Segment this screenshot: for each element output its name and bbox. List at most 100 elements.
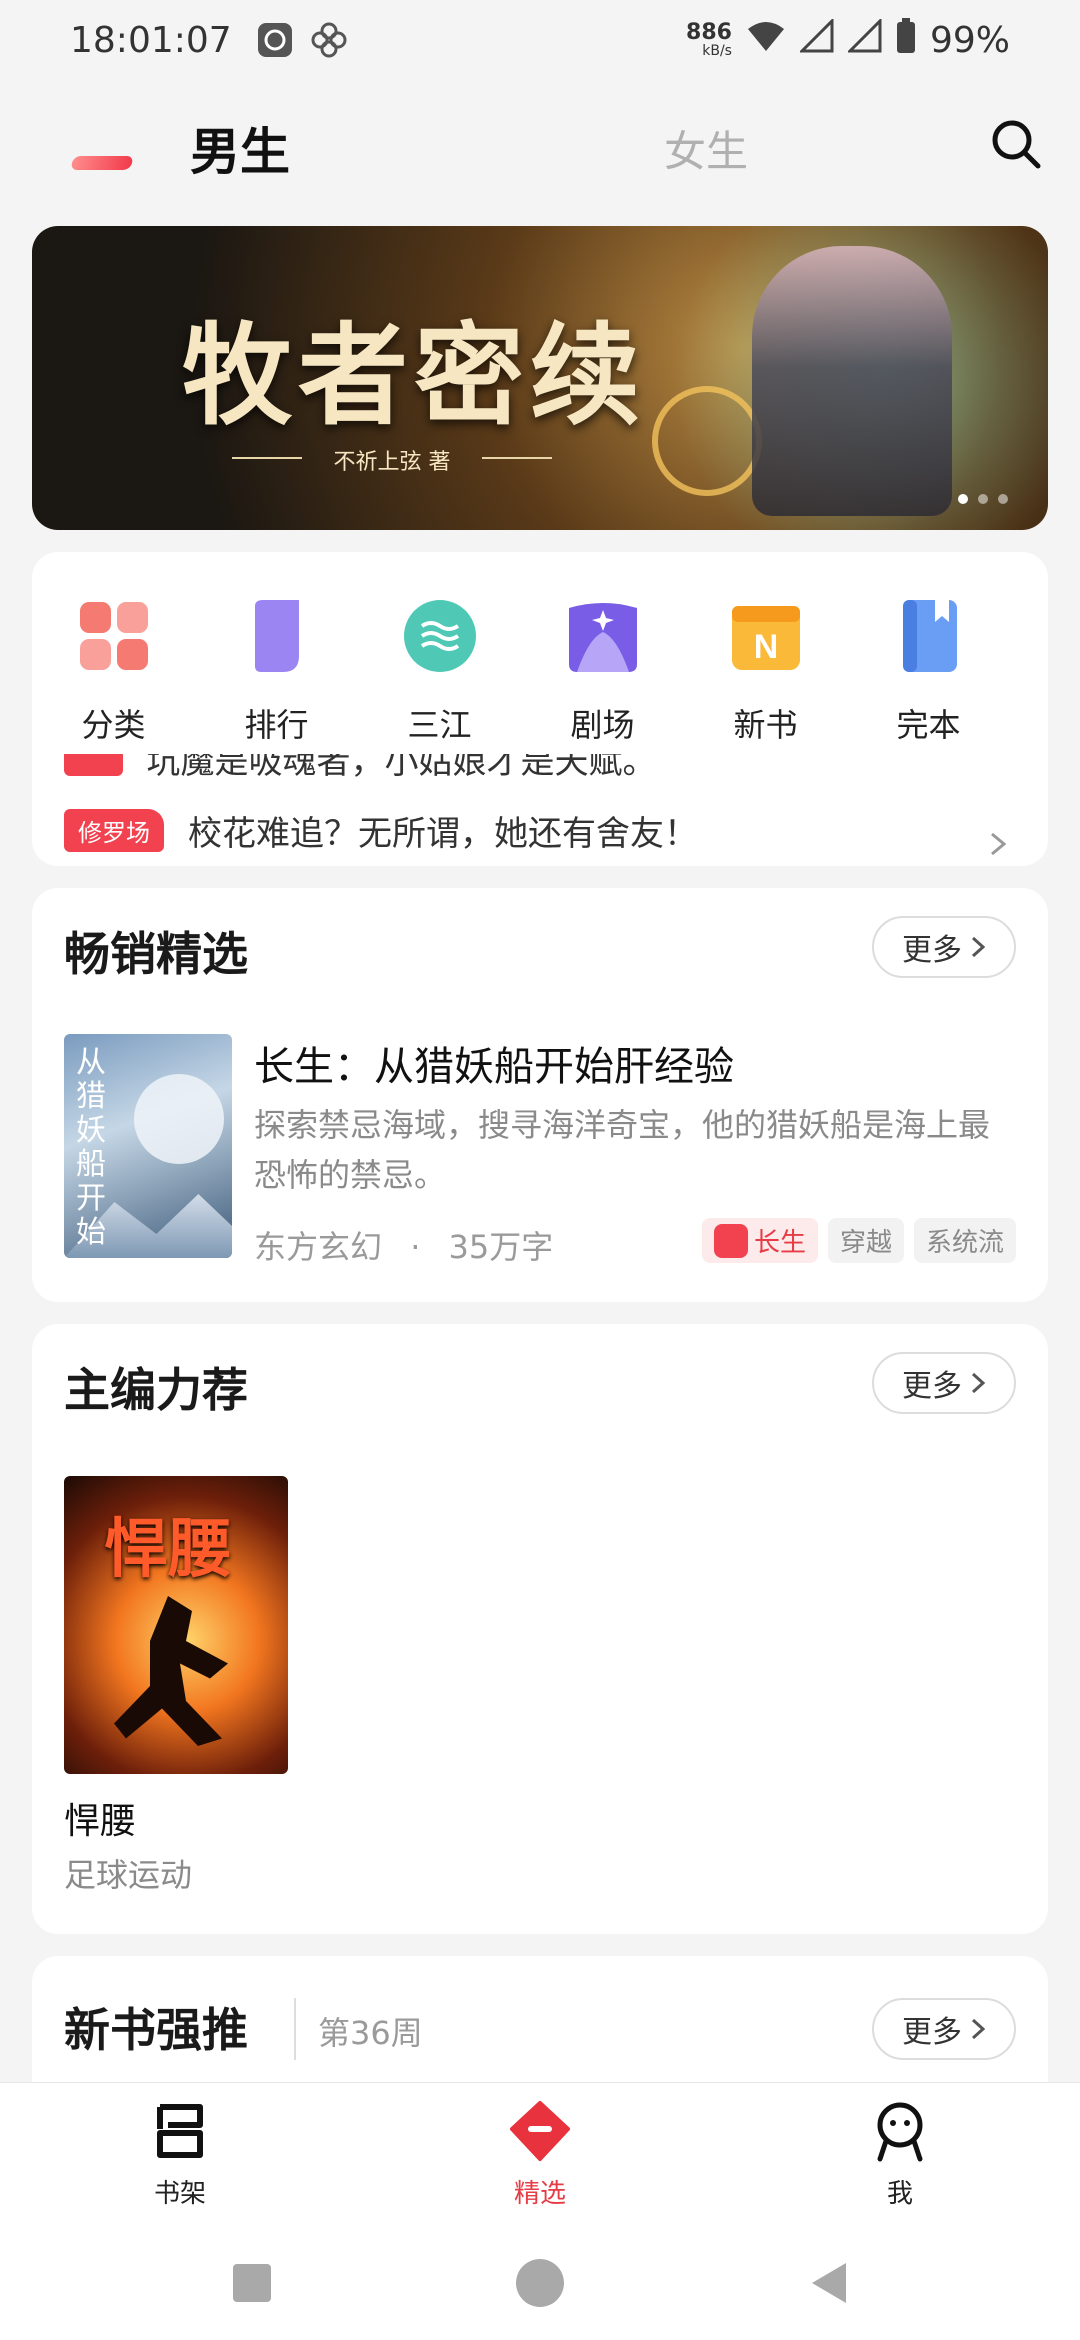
search-button[interactable] [988,116,1044,172]
nav-featured[interactable]: 精选 [360,2099,720,2210]
ticker-item-current[interactable]: 修罗场 校花难追？无所谓，她还有舍友！ [64,800,698,860]
news-ticker[interactable]: 坑魔是吸魂者，小姑娘才是天赋。 修罗场 校花难追？无所谓，她还有舍友！ [32,754,1048,866]
category-label: 剧场 [570,706,635,744]
ticker-tag [64,754,123,776]
book-genre: 东方玄幻 [254,1228,383,1266]
more-label: 更多 [902,1369,962,1404]
category-label: 分类 [81,706,146,744]
category-item-completed[interactable]: 完本 [847,598,1010,746]
ticker-tag: 修罗场 [64,808,164,852]
category-item-sanjiang[interactable]: 三江 [358,598,521,746]
svg-text:N: N [753,628,778,666]
banner-title: 牧者密续 [182,311,646,440]
app-notification-icon [256,21,294,59]
nav-label: 书架 [153,2179,206,2209]
book-word-count: 35万字 [448,1228,554,1266]
section-title: 新书强推 [64,2003,248,2057]
battery-icon [896,17,916,63]
status-bar: 18:01:07 886 kB/s 99% [0,0,1080,80]
cover-title: 从猎妖船开始 [76,1045,106,1250]
category-card: 分类 排行 三江 剧场 N 新书 完本 坑魔是吸魂者，小姑娘才是天赋。 修罗场 … [32,552,1048,866]
chevron-right-icon [971,2018,986,2040]
chevron-right-icon [971,1372,986,1394]
bookshelf-icon [157,2104,203,2158]
battery-level: 99% [929,19,1010,61]
more-button[interactable]: 更多 [872,916,1016,978]
editor-picks-section: 主编力荐 更多 悍腰 悍腰 足球运动 [32,1324,1048,1934]
pager-dot [958,494,968,504]
theater-icon [568,603,637,672]
ticker-text-previous: 坑魔是吸魂者，小姑娘才是天赋。 [146,754,657,782]
tag: 系统流 [913,1218,1016,1263]
pinwheel-icon [310,21,348,59]
book-tags: 长生 穿越 系统流 [701,1218,1016,1263]
banner-magic-circle [652,386,762,496]
cover-title: 悍腰 [104,1512,232,1587]
profile-icon [877,2102,923,2162]
top-tab-bar: 男生 女生 [0,96,1080,186]
category-item-classify[interactable]: 分类 [32,598,195,746]
book-icon [902,600,957,672]
more-label: 更多 [902,933,962,968]
back-button[interactable] [806,2259,850,2307]
nav-label: 我 [886,2179,913,2209]
recent-apps-button[interactable] [230,2261,274,2305]
more-button[interactable]: 更多 [872,1998,1016,2060]
search-icon [992,120,1041,169]
tag-featured: 长生 [701,1218,818,1263]
cover-moon [134,1074,224,1164]
book-title[interactable]: 长生：从猎妖船开始肝经验 [254,1034,734,1092]
tag: 穿越 [827,1218,904,1263]
pager-dot [998,494,1008,504]
wave-icon [403,600,476,672]
book-description: 探索禁忌海域，搜寻海洋奇宝，他的猎妖船是海上最恐怖的禁忌。 [254,1106,991,1194]
wifi-icon [746,19,786,62]
nav-profile[interactable]: 我 [720,2099,1080,2210]
network-speed: 886 kB/s [686,20,732,59]
signal-icon-2 [846,16,882,62]
active-tab-indicator [70,156,134,170]
tab-male[interactable]: 男生 [190,112,290,184]
category-item-ranking[interactable]: 排行 [195,598,358,746]
home-button[interactable] [514,2257,566,2309]
grid-icon [79,602,148,670]
nav-label: 精选 [513,2179,566,2209]
system-nav-bar [0,2226,1080,2340]
meta-separator: · [410,1228,421,1266]
tab-female[interactable]: 女生 [664,118,748,179]
book-heart-icon [713,1223,748,1258]
banner-author: 不祈上弦 著 [232,444,552,476]
chevron-right-icon [991,832,1007,856]
category-label: 完本 [896,706,961,744]
book-cover[interactable]: 从猎妖船开始 [64,1034,232,1258]
chevron-right-icon [971,936,986,958]
status-time: 18:01:07 [70,19,232,61]
category-label: 排行 [244,706,309,744]
promo-banner[interactable]: 牧者密续 不祈上弦 著 [32,226,1048,530]
category-item-new-books[interactable]: N 新书 [684,598,847,746]
book-meta: 东方玄幻 · 35万字 [254,1222,553,1268]
section-title: 主编力荐 [64,1363,248,1417]
category-label: 新书 [733,706,798,744]
ticker-item-previous: 坑魔是吸魂者，小姑娘才是天赋。 [64,754,657,788]
bottom-nav: 书架 精选 我 [0,2082,1080,2226]
bookmark-icon [254,600,299,672]
category-label: 三江 [407,706,472,744]
banner-character [752,246,952,516]
nav-bookshelf[interactable]: 书架 [0,2099,360,2210]
more-label: 更多 [902,2015,962,2050]
signal-icon [798,16,834,62]
featured-icon [510,2101,570,2161]
banner-pager [958,494,1008,504]
book-cover[interactable]: 悍腰 [64,1476,288,1774]
bestseller-section: 畅销精选 更多 从猎妖船开始 长生：从猎妖船开始肝经验 探索禁忌海域，搜寻海洋奇… [32,888,1048,1302]
pager-dot [978,494,988,504]
week-label: 第36周 [318,2014,423,2052]
book-title[interactable]: 悍腰 [64,1792,136,1844]
category-item-theater[interactable]: 剧场 [521,598,684,746]
section-title: 畅销精选 [64,927,248,981]
ticker-text: 校花难追？无所谓，她还有舍友！ [188,813,698,854]
divider [294,1998,296,2060]
more-button[interactable]: 更多 [872,1352,1016,1414]
book-category: 足球运动 [64,1856,193,1894]
